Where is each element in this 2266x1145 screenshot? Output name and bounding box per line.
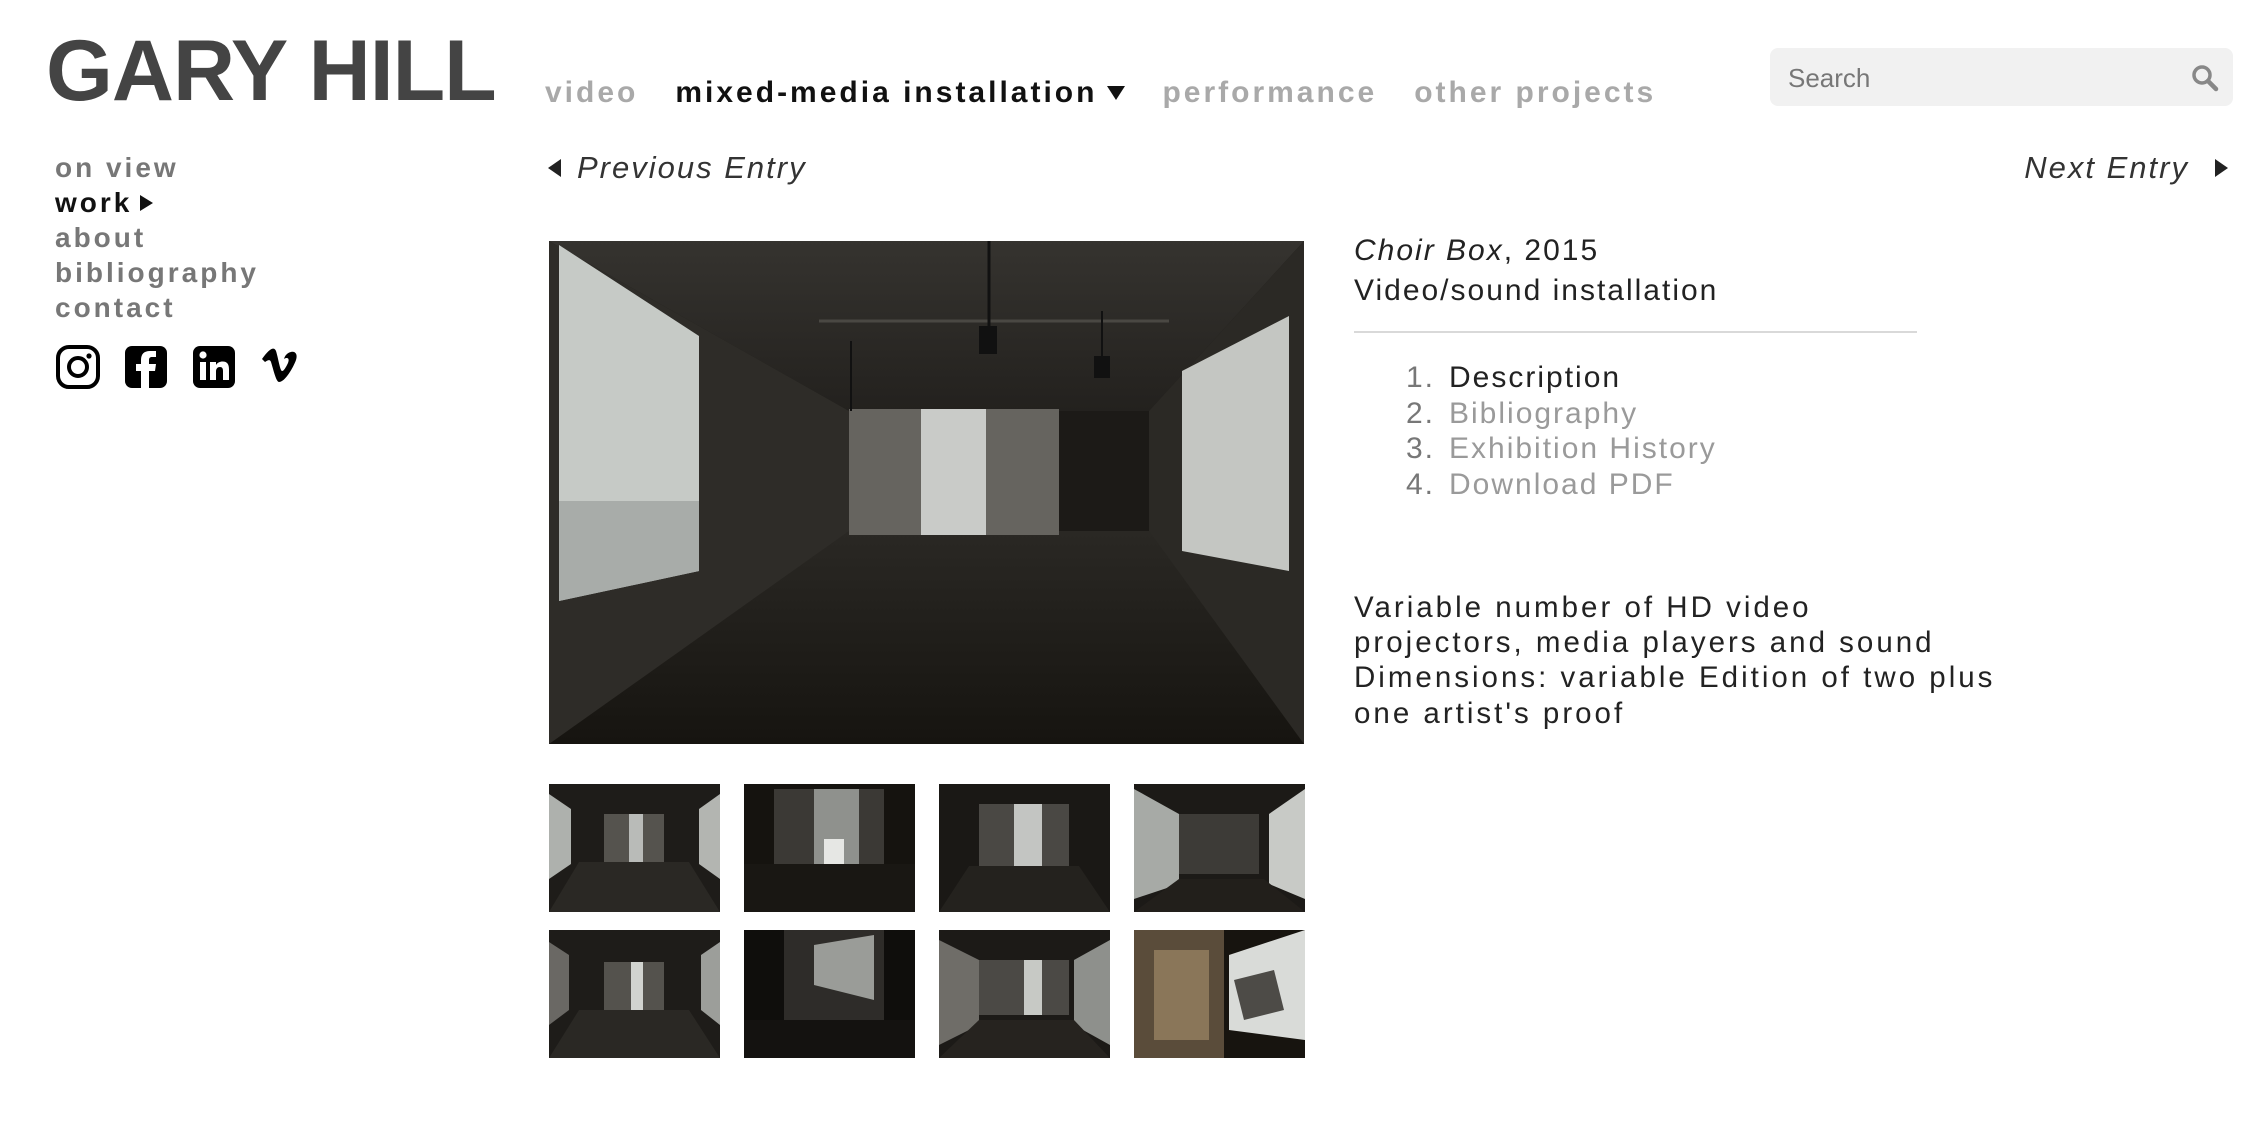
nav-item-label: mixed-media installation [675,76,1098,109]
arrow-left-icon [548,159,561,177]
top-nav: video mixed-media installation performan… [545,76,1693,110]
arrow-right-icon [2215,159,2228,177]
nav-item-performance[interactable]: performance [1162,76,1377,110]
facebook-icon[interactable] [123,344,169,390]
thumbnail-3[interactable] [939,784,1110,912]
info-tabs: 1. Description 2. Bibliography 3. Exhibitio… [1395,360,1717,502]
nav-item-label: other projects [1414,76,1657,109]
side-nav: on view work about bibliography contact [55,150,259,325]
next-entry-link[interactable]: Next Entry [2024,150,2228,186]
work-year: , 2015 [1503,234,1600,267]
sidebar-item-on-view[interactable]: on view [55,150,259,185]
previous-entry-label: Previous Entry [577,150,807,185]
sidebar-item-label: on view [55,152,179,183]
search-icon[interactable] [2191,64,2219,92]
sidebar-item-label: bibliography [55,257,259,288]
tab-bibliography[interactable]: 2. Bibliography [1395,396,1717,432]
tab-number: 2. [1405,396,1435,430]
tab-description[interactable]: 1. Description [1395,360,1717,396]
nav-item-label: video [545,76,639,109]
divider [1354,331,1917,333]
search-box [1770,48,2233,108]
thumbnail-4[interactable] [1134,784,1305,912]
sidebar-item-contact[interactable]: contact [55,290,259,325]
sidebar-item-about[interactable]: about [55,220,259,255]
caret-right-icon [140,194,154,211]
tab-download-pdf[interactable]: 4. Download PDF [1395,467,1717,503]
tab-number: 4. [1405,467,1435,501]
main-artwork-image[interactable] [549,241,1304,744]
next-entry-label: Next Entry [2024,150,2189,185]
site-logo[interactable]: GARY HILL [46,28,497,114]
tab-number: 3. [1405,432,1435,465]
sidebar-item-bibliography[interactable]: bibliography [55,255,259,290]
thumbnail-6[interactable] [744,930,915,1058]
thumbnail-5[interactable] [549,930,720,1058]
nav-item-other-projects[interactable]: other projects [1414,76,1656,110]
description-line: Variable number of HD video [1354,591,1812,624]
work-medium: Video/sound installation [1354,274,1719,307]
linkedin-icon[interactable] [191,344,237,390]
tab-label: Description [1449,361,1622,394]
nav-item-video[interactable]: video [545,76,638,110]
work-description: Variable number of HD video projectors, … [1354,590,1994,731]
search-input[interactable] [1786,48,2190,108]
description-line: projectors, media players and sound [1354,626,1935,660]
description-line: one artist's proof [1354,696,1626,730]
caret-down-icon [1107,86,1126,100]
social-links [55,344,327,390]
thumbnail-8[interactable] [1134,930,1305,1058]
work-title: Choir Box [1354,234,1504,267]
thumbnail-1[interactable] [549,784,720,912]
thumbnail-2[interactable] [744,784,915,912]
nav-item-mixed-media-installation[interactable]: mixed-media installation [675,76,1126,110]
previous-entry-link[interactable]: Previous Entry [548,150,807,186]
tab-label: Exhibition History [1449,432,1717,465]
instagram-icon[interactable] [55,344,101,390]
tab-label: Download PDF [1449,467,1675,501]
tab-number: 1. [1405,361,1435,394]
thumbnail-7[interactable] [939,930,1110,1058]
nav-item-label: performance [1162,76,1378,109]
tab-exhibition-history[interactable]: 3. Exhibition History [1395,431,1717,467]
vimeo-icon[interactable] [259,344,305,390]
description-line: Dimensions: variable Edition of two plus [1354,661,1996,695]
sidebar-item-label: contact [55,292,176,323]
work-title-line: Choir Box, 2015 [1354,234,1599,268]
sidebar-item-work[interactable]: work [55,185,259,220]
sidebar-item-label: work [55,187,133,218]
sidebar-item-label: about [55,222,147,253]
tab-label: Bibliography [1449,396,1639,430]
